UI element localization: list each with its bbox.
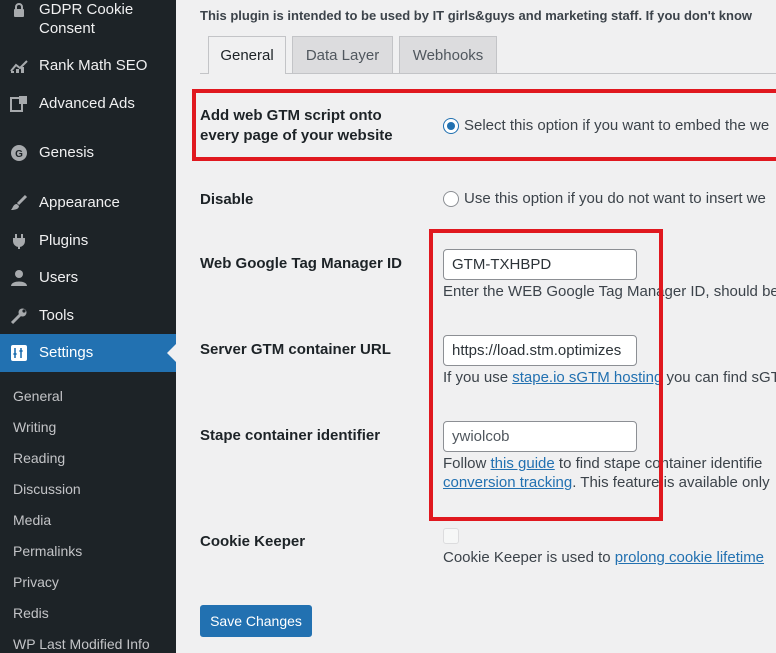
svg-text:G: G [15, 149, 23, 160]
cookie-desc-text: Cookie Keeper is used to [443, 549, 615, 566]
submenu-item-redis[interactable]: Redis [13, 604, 49, 622]
highlight-box-fields [429, 229, 663, 521]
user-icon [9, 268, 29, 288]
submenu-item-media[interactable]: Media [13, 511, 51, 529]
save-changes-button[interactable]: Save Changes [200, 605, 312, 637]
settings-icon [9, 343, 29, 363]
prolong-cookie-lifetime-link[interactable]: prolong cookie lifetime [615, 549, 764, 566]
sidebar-item-label: Appearance [39, 194, 120, 211]
sidebar-item-label: Genesis [39, 144, 95, 161]
wrench-icon [9, 306, 29, 326]
sidebar-item-label-line2: Consent [39, 20, 95, 37]
submenu-item-permalinks[interactable]: Permalinks [13, 542, 82, 560]
stape-identifier-label: Stape container identifier [200, 427, 381, 444]
highlight-box-add-script [192, 89, 776, 161]
submenu-item-privacy[interactable]: Privacy [13, 573, 59, 591]
sidebar-item-appearance[interactable]: Appearance [0, 191, 176, 215]
current-menu-arrow [167, 344, 176, 362]
cookie-keeper-description: Cookie Keeper is used to prolong cookie … [443, 548, 764, 568]
tab-general[interactable]: General [208, 36, 286, 74]
sidebar-item-label: GDPR Cookie [39, 1, 134, 18]
sidebar-item-label: Settings [39, 344, 94, 361]
submenu-item-discussion[interactable]: Discussion [13, 480, 81, 498]
cookie-keeper-label: Cookie Keeper [200, 533, 306, 550]
intro-text: This plugin is intended to be used by IT… [200, 8, 753, 23]
chart-icon [9, 56, 29, 76]
sidebar-item-label: Users [39, 269, 79, 286]
submenu-item-writing[interactable]: Writing [13, 418, 56, 436]
sidebar-item-advanced-ads[interactable]: Advanced Ads [0, 92, 176, 116]
sidebar-item-settings[interactable]: Settings [0, 334, 176, 372]
sidebar-item-users[interactable]: Users [0, 266, 176, 290]
gtm-id-label: Web Google Tag Manager ID [200, 255, 402, 272]
lock-icon [9, 0, 29, 20]
brush-icon [9, 193, 29, 213]
sidebar-item-label: Rank Math SEO [39, 57, 148, 74]
tab-webhooks[interactable]: Webhooks [399, 36, 497, 73]
server-url-label: Server GTM container URL [200, 341, 391, 358]
disable-label: Disable [200, 191, 254, 208]
ads-icon [9, 94, 29, 114]
admin-sidebar: GDPR Cookie Consent Rank Math SEO Advanc… [0, 0, 176, 653]
sidebar-item-genesis[interactable]: G Genesis [0, 141, 176, 165]
cookie-keeper-checkbox[interactable] [443, 528, 459, 544]
genesis-icon: G [9, 143, 29, 163]
sidebar-item-label: Plugins [39, 232, 89, 249]
server-url-desc-text-after: you can find sGT [662, 369, 776, 386]
sidebar-item-label: Tools [39, 307, 75, 324]
sidebar-item-gdpr-cookie-consent[interactable]: GDPR Cookie Consent [0, 0, 176, 40]
disable-radio[interactable] [443, 191, 459, 207]
tab-data-layer[interactable]: Data Layer [292, 36, 393, 73]
disable-description: Use this option if you do not want to in… [464, 190, 766, 207]
sidebar-item-rank-math-seo[interactable]: Rank Math SEO [0, 55, 176, 77]
sidebar-item-tools[interactable]: Tools [0, 304, 176, 328]
plug-icon [9, 231, 29, 251]
settings-content: This plugin is intended to be used by IT… [176, 0, 776, 653]
tabs-divider [200, 73, 776, 74]
sidebar-item-plugins[interactable]: Plugins [0, 229, 176, 253]
submenu-item-general[interactable]: General [13, 387, 63, 405]
submenu-item-wp-last-modified-info[interactable]: WP Last Modified Info [13, 635, 150, 653]
sidebar-item-label: Advanced Ads [39, 95, 135, 112]
submenu-item-reading[interactable]: Reading [13, 449, 65, 467]
